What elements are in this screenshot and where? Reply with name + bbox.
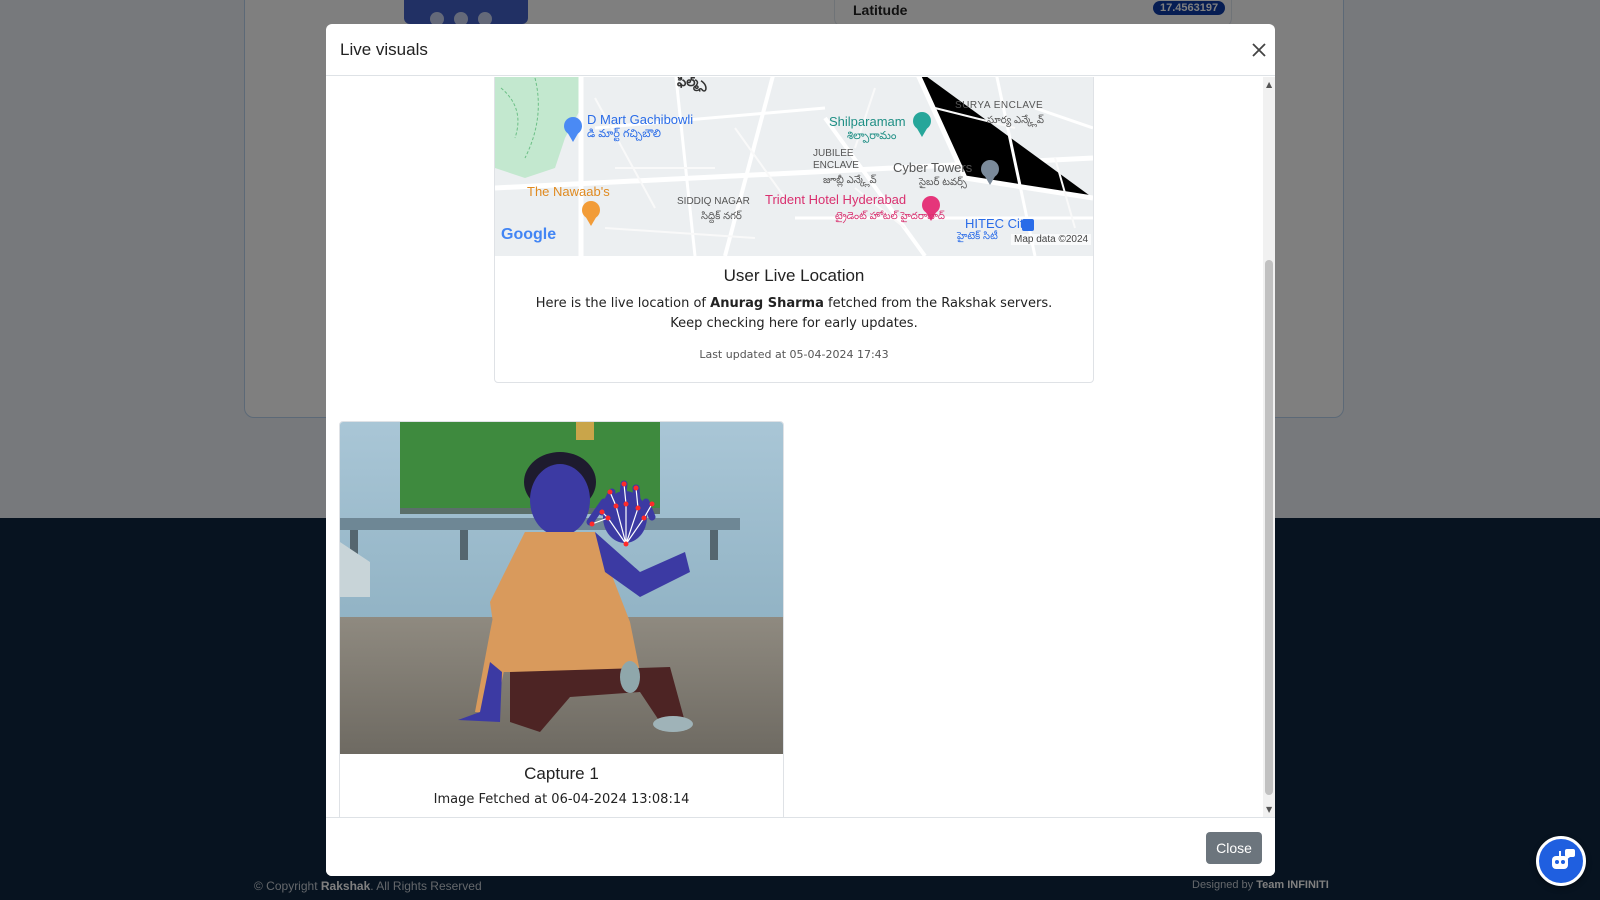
scroll-up-arrow-icon[interactable]: ▲	[1266, 80, 1272, 89]
map-label-shilparamam: Shilparamam	[829, 114, 906, 129]
chatbot-icon	[1552, 849, 1575, 869]
map-label-telugu-top: ఫిల్మ్స్	[677, 77, 707, 89]
close-icon	[1252, 43, 1266, 57]
map-label-botanical: otanical	[523, 77, 564, 78]
map-label-dmart-te: డి మార్ట్ గచ్చిబౌలి	[587, 128, 661, 140]
map-data-attribution[interactable]: Map data ©2024	[1011, 234, 1092, 245]
capture-title: Capture 1	[524, 764, 599, 783]
map-label-nawaab: The Nawaab's	[527, 184, 610, 199]
close-button[interactable]: Close	[1206, 832, 1262, 864]
map-label-surya-te: సూర్య ఎన్క్లేవ్	[987, 115, 1045, 126]
user-name: Anurag Sharma	[710, 296, 824, 311]
map-label-cyber-te: సైబర్ టవర్స్	[919, 177, 967, 188]
google-logo: Google	[501, 226, 557, 243]
map-label-siddiq-te: సిద్దిక్ నగర్	[701, 211, 742, 222]
map-label-trident-te: ట్రైడెంట్ హోటల్ హైదరాబాద్	[835, 211, 945, 222]
modal-close-x-button[interactable]	[1244, 36, 1274, 64]
map-label-hitec: HITEC City	[965, 216, 1030, 231]
desc-prefix: Here is the live location of	[535, 296, 711, 311]
live-visuals-modal: Live visuals ఫిల్మ్స్ D Mart Gachibowli …	[326, 24, 1275, 876]
scrollbar-thumb[interactable]	[1265, 260, 1273, 795]
map-label-jubilee: JUBILEE ENCLAVE	[813, 148, 859, 171]
map-label-cyber: Cyber Towers	[893, 160, 973, 175]
modal-title: Live visuals	[340, 40, 428, 59]
scroll-down-arrow-icon[interactable]: ▼	[1266, 805, 1272, 814]
location-card-title: User Live Location	[723, 266, 865, 285]
location-last-updated: Last updated at 05-04-2024 17:43	[699, 348, 889, 361]
map-label-dmart: D Mart Gachibowli	[587, 112, 694, 127]
modal-scrollbar[interactable]: ▲ ▼	[1263, 77, 1275, 817]
map-label-surya: SURYA ENCLAVE	[955, 100, 1044, 111]
user-live-location-card: otanical ఫిల్మ్స్ D Mart Gachibowli డి మ…	[494, 77, 1094, 383]
map-label-siddiq: SIDDIQ NAGAR	[677, 196, 750, 207]
chatbot-button[interactable]	[1536, 836, 1586, 886]
modal-header: Live visuals	[326, 24, 1275, 76]
capture-fetched-time: Image Fetched at 06-04-2024 13:08:14	[433, 792, 690, 807]
modal-footer: Close	[326, 817, 1275, 876]
location-card-description: Here is the live location of Anurag Shar…	[525, 294, 1063, 334]
capture-card: Capture 1 Image Fetched at 06-04-2024 13…	[339, 421, 784, 826]
live-location-map[interactable]: otanical ఫిల్మ్స్ D Mart Gachibowli డి మ…	[495, 77, 1093, 256]
modal-body[interactable]: otanical ఫిల్మ్స్ D Mart Gachibowli డి మ…	[326, 77, 1275, 841]
map-label-shilparamam-te: శిల్పారామం	[847, 130, 897, 142]
map-label-trident: Trident Hotel Hyderabad	[765, 192, 907, 207]
capture-photo[interactable]	[340, 422, 783, 754]
map-label-hitec-te: హైటెక్ సిటీ	[957, 231, 998, 242]
map-label-jubilee-te: జూబ్లీ ఎన్క్లేవ్	[823, 175, 877, 186]
